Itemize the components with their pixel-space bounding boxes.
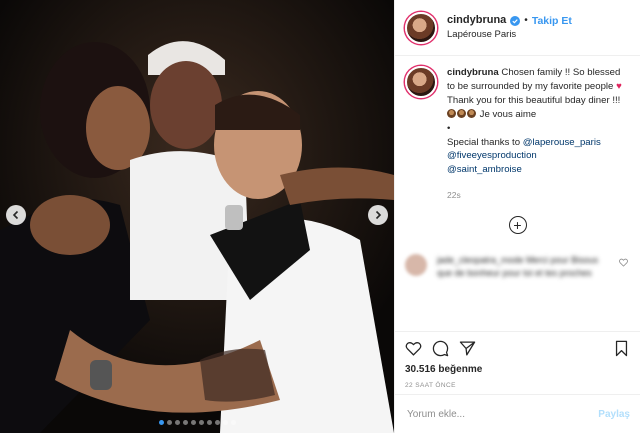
post-dialog: cindybruna • Takip Et Lapérouse Paris ci… — [0, 0, 640, 433]
post-photo — [0, 0, 394, 433]
carousel-dot — [206, 420, 212, 425]
previous-photo-button[interactable] — [6, 205, 26, 225]
post-header: cindybruna • Takip Et Lapérouse Paris — [395, 0, 640, 56]
share-icon[interactable] — [459, 340, 476, 357]
comment-item: jade_cleopatra_mode Merci pour Bisous qu… — [395, 253, 640, 281]
caption-text-2: Thank you for this beautiful bday diner … — [447, 94, 621, 106]
caption-time: 22s — [447, 190, 461, 201]
location-link[interactable]: Lapérouse Paris — [447, 29, 572, 40]
comment-text: jade_cleopatra_mode Merci pour Bisous qu… — [437, 254, 599, 279]
mention-link[interactable]: @laperouse_paris — [523, 137, 601, 148]
cookie-emoji-icon — [457, 108, 466, 118]
verified-badge-icon — [510, 15, 521, 26]
carousel-dot — [166, 420, 172, 425]
like-count[interactable]: 30.516 beğenme — [405, 364, 630, 375]
carousel-dot — [198, 420, 204, 425]
post-timestamp: 22 SAAT ÖNCE — [405, 382, 456, 389]
caption-text-5: Special thanks to — [447, 136, 521, 148]
chevron-left-icon — [12, 210, 19, 220]
next-photo-button[interactable] — [368, 205, 388, 225]
caption-username[interactable]: cindybruna — [447, 67, 499, 78]
heart-icon[interactable] — [405, 340, 422, 357]
follow-button[interactable]: Takip Et — [532, 15, 572, 28]
caption-bullet: • — [447, 122, 451, 134]
carousel-dot — [190, 420, 196, 425]
post-actions: 30.516 beğenme 22 SAAT ÖNCE — [395, 331, 640, 389]
comment-icon[interactable] — [432, 340, 449, 357]
bookmark-icon[interactable] — [613, 340, 630, 357]
chevron-right-icon — [375, 210, 382, 220]
mention-link[interactable]: @saint_ambroise — [447, 164, 522, 175]
heart-emoji-icon: ♥ — [616, 80, 622, 92]
caption: cindybruna Chosen family !! So blessed t… — [395, 56, 640, 202]
carousel-dot — [230, 420, 236, 425]
carousel-indicator — [0, 420, 394, 425]
username-link[interactable]: cindybruna — [447, 14, 506, 27]
avatar[interactable] — [405, 11, 437, 44]
plus-circle-icon: + — [513, 216, 522, 233]
cookie-emoji-icon — [447, 108, 456, 118]
separator-dot: • — [524, 14, 528, 26]
carousel-dot — [222, 420, 228, 425]
cookie-emoji-icon — [467, 108, 476, 118]
mention-link[interactable]: @fiveeyesproduction — [447, 150, 537, 161]
carousel-dot — [214, 420, 220, 425]
comment-form: Paylaş — [395, 394, 640, 433]
load-more-comments-button[interactable]: + — [508, 215, 527, 234]
comment-input[interactable] — [405, 407, 599, 421]
caption-text-3: Je vous aime — [479, 108, 537, 120]
post-comment-button[interactable]: Paylaş — [598, 409, 630, 420]
avatar[interactable] — [405, 253, 427, 276]
heart-icon[interactable] — [619, 258, 628, 267]
avatar[interactable] — [405, 66, 437, 98]
carousel-dot — [182, 420, 188, 425]
carousel-dot — [174, 420, 180, 425]
post-side-panel: cindybruna • Takip Et Lapérouse Paris ci… — [394, 0, 640, 433]
carousel-dot — [158, 420, 164, 425]
photo-image — [0, 0, 394, 433]
